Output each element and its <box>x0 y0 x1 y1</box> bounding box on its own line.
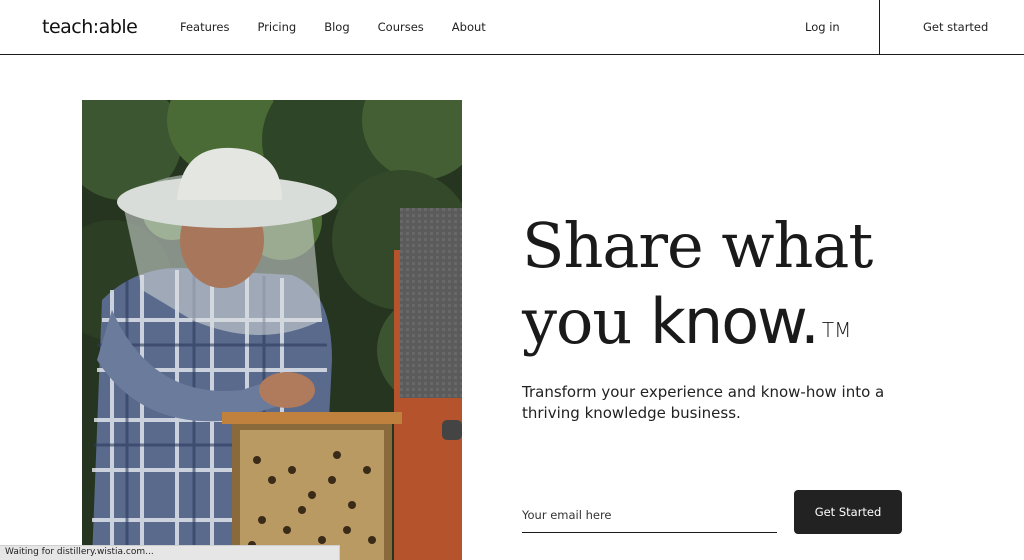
logo[interactable]: teach:able <box>42 16 138 38</box>
hero-headline: Share what you know. TM <box>522 208 873 360</box>
headline-emphasis: know. <box>650 285 820 358</box>
browser-status-bar: Waiting for distillery.wistia.com... <box>0 545 340 560</box>
nav-about[interactable]: About <box>452 20 486 34</box>
hero-image-beekeeper <box>82 100 462 560</box>
site-header: teach:able Features Pricing Blog Courses… <box>0 0 1024 55</box>
hero-subhead: Transform your experience and know-how i… <box>522 383 885 422</box>
trademark-mark: TM <box>821 318 852 342</box>
headline-line-1: Share what <box>522 209 873 282</box>
get-started-link[interactable]: Get started <box>923 20 988 34</box>
headline-line-2: you know. TM <box>522 284 872 360</box>
beekeeper-illustration <box>82 100 462 560</box>
nav-blog[interactable]: Blog <box>324 20 349 34</box>
nav-features[interactable]: Features <box>180 20 229 34</box>
nav-pricing[interactable]: Pricing <box>257 20 296 34</box>
login-link[interactable]: Log in <box>805 20 840 34</box>
page: teach:able Features Pricing Blog Courses… <box>0 0 1024 560</box>
header-divider <box>879 0 880 55</box>
main-nav: Features Pricing Blog Courses About <box>180 20 514 34</box>
email-field[interactable] <box>522 498 777 533</box>
nav-courses[interactable]: Courses <box>378 20 424 34</box>
get-started-button[interactable]: Get Started <box>794 490 902 534</box>
headline-plain: you <box>522 285 650 358</box>
